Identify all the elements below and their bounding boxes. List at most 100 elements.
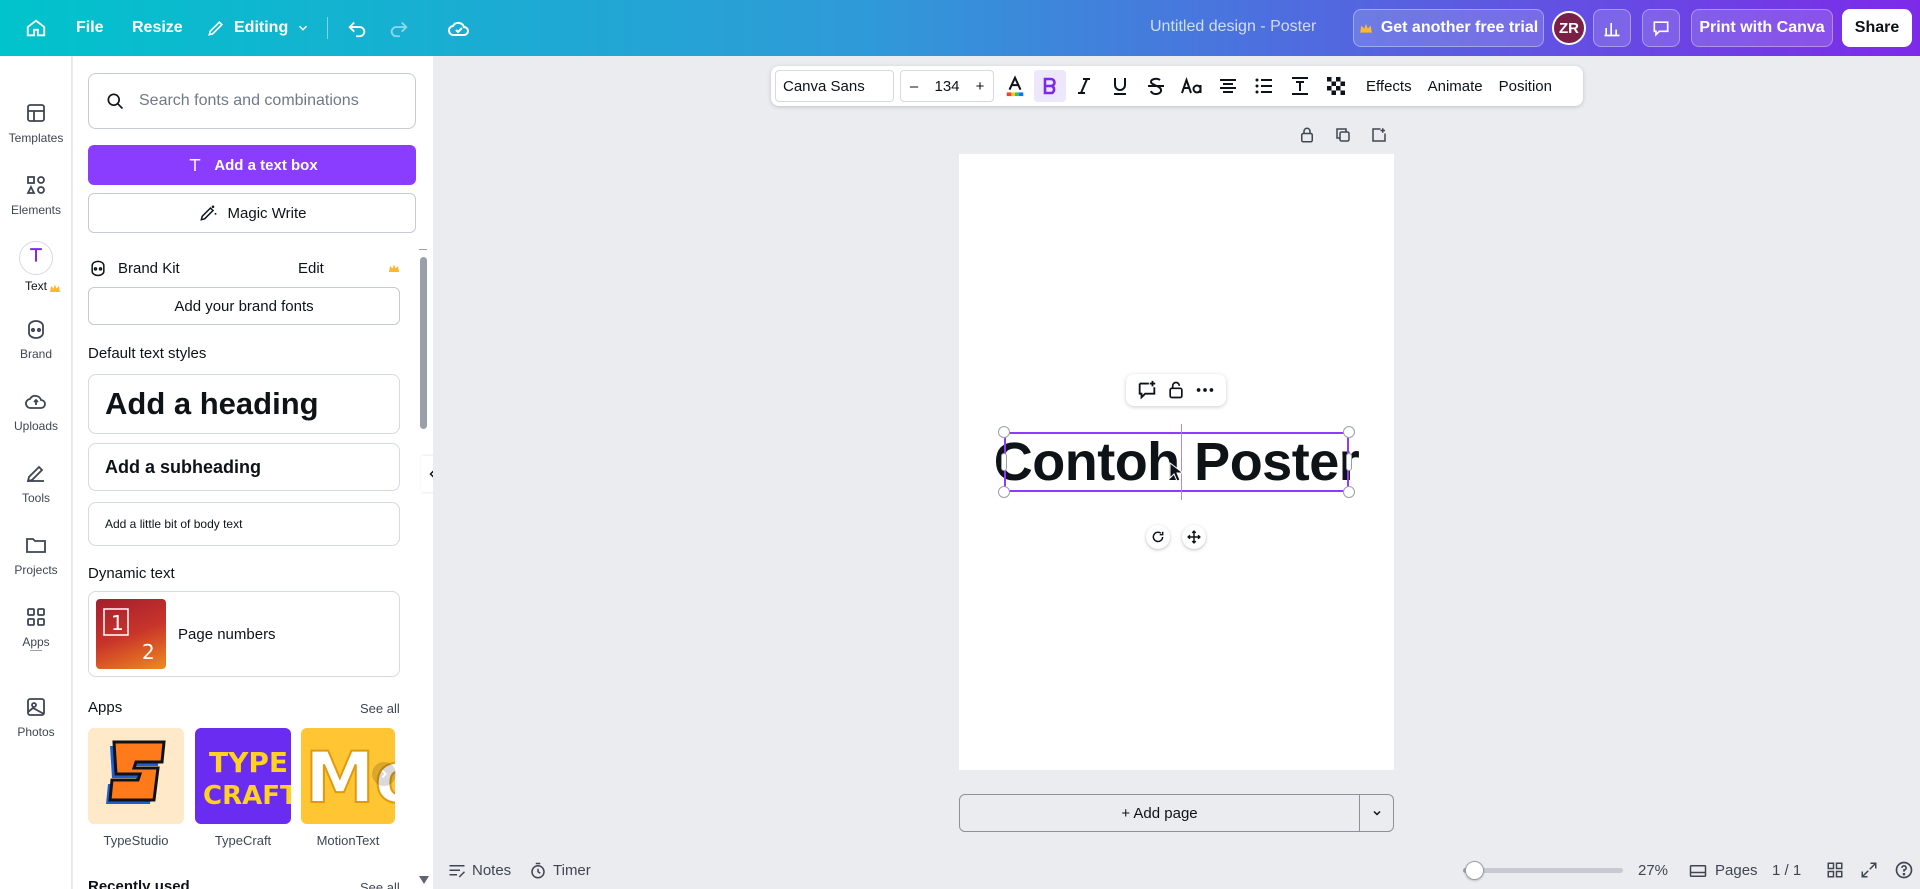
crown-icon bbox=[50, 284, 60, 292]
text-color-button[interactable] bbox=[998, 70, 1032, 102]
editing-mode-button[interactable]: Editing bbox=[200, 8, 316, 48]
panel-scroll-marker bbox=[419, 249, 427, 250]
align-center-icon bbox=[1220, 79, 1236, 93]
strikethrough-button[interactable] bbox=[1138, 70, 1174, 102]
comment-icon bbox=[1653, 21, 1669, 37]
add-brand-fonts-button[interactable]: Add your brand fonts bbox=[88, 287, 400, 325]
resize-button[interactable]: Resize bbox=[120, 8, 195, 48]
decrease-font-size-button[interactable]: – bbox=[907, 78, 921, 95]
add-page-options-button[interactable] bbox=[1360, 795, 1393, 831]
typecraft-logo: TYPE CRAFT bbox=[203, 746, 291, 811]
rotate-handle[interactable] bbox=[1146, 525, 1170, 549]
scroll-down-arrow-icon[interactable] bbox=[419, 876, 429, 884]
resize-handle-bottom-right[interactable] bbox=[1343, 486, 1355, 498]
animate-button[interactable]: Animate bbox=[1420, 70, 1491, 102]
chevron-down-icon bbox=[299, 25, 308, 31]
page-number-graphic: 1 2 bbox=[103, 608, 155, 664]
font-family-value: Canva Sans bbox=[783, 77, 865, 95]
zoom-level[interactable]: 27% bbox=[1638, 862, 1668, 879]
grid-view-icon[interactable] bbox=[1826, 861, 1844, 879]
add-page-button[interactable]: + Add page bbox=[960, 795, 1360, 831]
resize-handle-top-left[interactable] bbox=[998, 426, 1010, 438]
sidebar-item-tools[interactable]: Tools bbox=[0, 451, 72, 515]
underline-button[interactable] bbox=[1102, 70, 1138, 102]
user-avatar[interactable]: ZR bbox=[1552, 11, 1586, 45]
pencil-icon bbox=[208, 20, 224, 36]
add-text-box-label: Add a text box bbox=[214, 156, 318, 174]
analytics-button[interactable] bbox=[1593, 9, 1631, 47]
duplicate-page-icon[interactable] bbox=[1334, 126, 1352, 144]
sidebar-item-elements[interactable]: Elements bbox=[0, 163, 72, 227]
home-button[interactable] bbox=[16, 8, 56, 48]
help-icon[interactable] bbox=[1894, 860, 1914, 880]
lock-icon[interactable] bbox=[1166, 380, 1186, 400]
recently-used-see-all-link[interactable]: See all bbox=[360, 880, 400, 889]
add-text-box-button[interactable]: Add a text box bbox=[88, 145, 416, 185]
sidebar-item-projects[interactable]: Projects bbox=[0, 523, 72, 587]
add-comment-icon[interactable] bbox=[1136, 379, 1158, 401]
notes-button[interactable]: Notes bbox=[448, 862, 511, 879]
file-menu[interactable]: File bbox=[64, 8, 116, 48]
save-status-button[interactable] bbox=[439, 8, 479, 48]
image-icon bbox=[27, 698, 45, 716]
typestudio-logo bbox=[106, 740, 166, 804]
sidebar-item-templates[interactable]: Templates bbox=[0, 91, 72, 155]
share-button[interactable]: Share bbox=[1842, 9, 1912, 47]
bold-button[interactable] bbox=[1034, 70, 1066, 102]
sidebar-item-brand[interactable]: Brand bbox=[0, 307, 72, 371]
timer-button[interactable]: Timer bbox=[529, 862, 591, 880]
spacing-button[interactable] bbox=[1282, 70, 1318, 102]
resize-handle-bottom-left[interactable] bbox=[998, 486, 1010, 498]
pages-button[interactable]: Pages bbox=[1689, 862, 1758, 879]
apps-next-arrow[interactable] bbox=[372, 762, 396, 786]
apps-see-all-link[interactable]: See all bbox=[360, 701, 400, 716]
page-counter: 1 / 1 bbox=[1772, 862, 1802, 879]
magic-write-button[interactable]: Magic Write bbox=[88, 193, 416, 233]
font-search-input[interactable]: Search fonts and combinations bbox=[88, 73, 416, 129]
zoom-slider[interactable] bbox=[1463, 861, 1623, 880]
page-numbers-card[interactable]: 1 2 Page numbers bbox=[88, 591, 400, 677]
alignment-button[interactable] bbox=[1210, 70, 1246, 102]
lock-page-icon[interactable] bbox=[1298, 126, 1316, 144]
brand-kit-edit-link[interactable]: Edit bbox=[298, 260, 324, 277]
sidebar-item-uploads[interactable]: Uploads bbox=[0, 379, 72, 443]
list-button[interactable] bbox=[1246, 70, 1282, 102]
sidebar-item-text[interactable]: Text bbox=[0, 235, 72, 299]
italic-button[interactable] bbox=[1066, 70, 1102, 102]
crown-icon bbox=[1359, 23, 1372, 33]
effects-button[interactable]: Effects bbox=[1358, 70, 1420, 102]
design-title[interactable]: Untitled design - Poster bbox=[1150, 18, 1316, 36]
print-with-canva-button[interactable]: Print with Canva bbox=[1691, 9, 1833, 47]
resize-handle-right[interactable] bbox=[1346, 453, 1352, 471]
app-label-motiontext: MotionText bbox=[316, 833, 380, 848]
position-button[interactable]: Position bbox=[1491, 70, 1560, 102]
font-size-value[interactable]: 134 bbox=[934, 78, 959, 95]
more-options-icon[interactable] bbox=[1194, 379, 1216, 401]
app-tile-typestudio[interactable] bbox=[88, 728, 184, 824]
free-trial-button[interactable]: Get another free trial bbox=[1353, 9, 1544, 47]
increase-font-size-button[interactable]: + bbox=[973, 78, 987, 95]
letter-case-button[interactable] bbox=[1174, 70, 1210, 102]
transparency-icon bbox=[1327, 77, 1345, 95]
apps-icon bbox=[27, 608, 45, 626]
comments-button[interactable] bbox=[1642, 9, 1680, 47]
zoom-slider-thumb[interactable] bbox=[1465, 861, 1484, 880]
undo-icon bbox=[348, 21, 366, 38]
text-color-icon bbox=[1006, 75, 1024, 97]
move-handle[interactable] bbox=[1182, 525, 1206, 549]
sidebar-item-photos[interactable]: Photos bbox=[0, 685, 72, 749]
app-tile-typecraft[interactable]: TYPE CRAFT bbox=[195, 728, 291, 824]
undo-button[interactable] bbox=[337, 8, 377, 48]
font-family-dropdown[interactable]: Canva Sans bbox=[775, 70, 894, 102]
transparency-button[interactable] bbox=[1318, 70, 1354, 102]
add-subheading-button[interactable]: Add a subheading bbox=[88, 443, 400, 491]
redo-button[interactable] bbox=[379, 8, 419, 48]
sidebar-label-photos: Photos bbox=[17, 725, 55, 739]
fullscreen-icon[interactable] bbox=[1860, 861, 1878, 879]
add-heading-button[interactable]: Add a heading bbox=[88, 374, 400, 434]
add-body-text-button[interactable]: Add a little bit of body text bbox=[88, 502, 400, 546]
resize-handle-top-right[interactable] bbox=[1343, 426, 1355, 438]
panel-scrollbar-thumb[interactable] bbox=[420, 257, 427, 429]
add-page-icon[interactable] bbox=[1370, 126, 1388, 144]
resize-handle-left[interactable] bbox=[1001, 453, 1007, 471]
